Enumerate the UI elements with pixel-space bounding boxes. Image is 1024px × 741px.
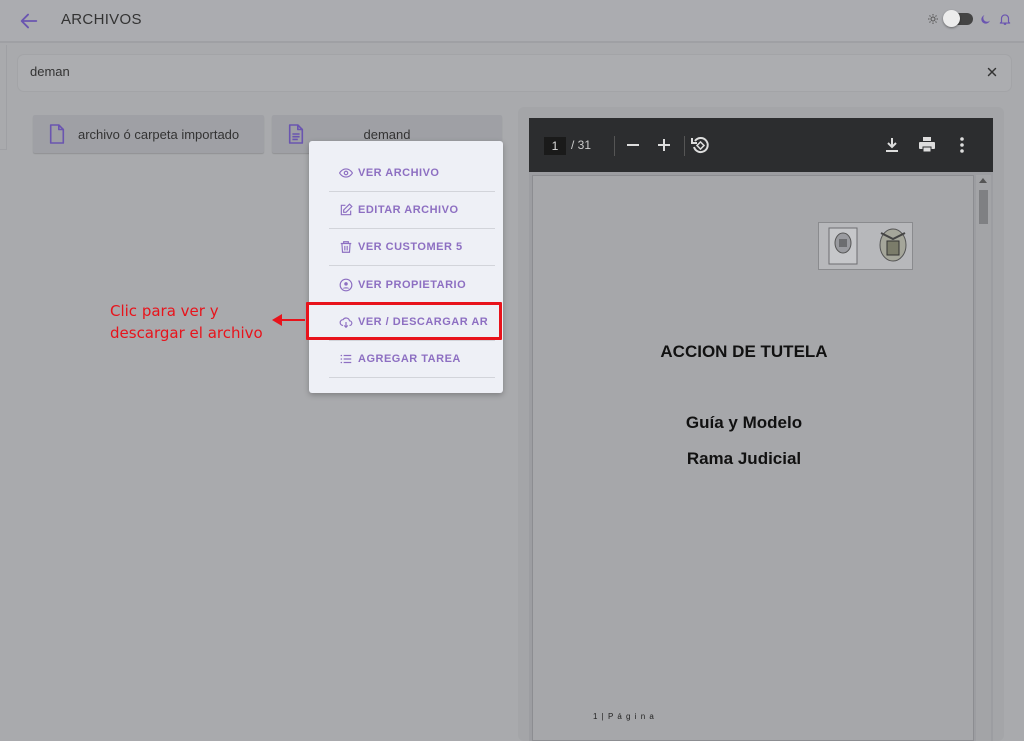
menu-item-label: VER PROPIETARIO	[358, 279, 467, 291]
menu-item-view-file[interactable]: VER ARCHIVO	[329, 155, 495, 192]
menu-item-label: VER ARCHIVO	[358, 167, 440, 179]
scroll-thumb[interactable]	[979, 190, 988, 224]
pdf-toolbar: 1 / 31	[529, 118, 993, 172]
list-icon	[340, 354, 352, 364]
menu-item-label: EDITAR ARCHIVO	[358, 204, 459, 216]
menu-item-label: VER CUSTOMER 5	[358, 241, 463, 253]
menu-item-label: AGREGAR TAREA	[358, 353, 461, 365]
print-icon[interactable]	[917, 135, 937, 155]
menu-item-customer[interactable]: VER CUSTOMER 5	[329, 229, 495, 266]
sun-icon[interactable]	[927, 13, 939, 25]
annotation-arrow-icon	[272, 314, 305, 326]
bell-icon[interactable]	[998, 12, 1012, 26]
page-title: ARCHIVOS	[61, 11, 142, 28]
moon-icon[interactable]	[979, 13, 992, 26]
page-number-input[interactable]: 1	[544, 137, 566, 155]
search-input[interactable]	[30, 64, 930, 79]
search-box[interactable]	[18, 55, 1011, 91]
annotation-text: Clic para ver y descargar el archivo	[110, 300, 263, 344]
document-subtitle: Guía y Modelo	[685, 413, 803, 432]
pdf-scrollbar[interactable]	[976, 175, 991, 741]
toolbar-divider	[614, 136, 615, 156]
annotation-line: descargar el archivo	[110, 324, 263, 342]
edit-icon	[340, 203, 353, 216]
highlight-box	[306, 302, 502, 340]
zoom-in-icon[interactable]	[654, 135, 674, 155]
document-title: ACCION DE TUTELA	[660, 342, 828, 361]
document-logo	[818, 222, 913, 270]
user-circle-icon	[339, 278, 353, 292]
header-icons	[927, 10, 1012, 27]
toolbar-divider	[684, 136, 685, 156]
toggle-knob	[943, 10, 960, 27]
menu-item-owner[interactable]: VER PROPIETARIO	[329, 267, 495, 304]
file-icon	[49, 124, 65, 144]
rotate-icon[interactable]	[690, 135, 710, 155]
annotation-line: Clic para ver y	[110, 302, 219, 320]
menu-item-add-task[interactable]: AGREGAR TAREA	[329, 341, 495, 378]
back-arrow-icon[interactable]	[18, 10, 40, 32]
app-header: ARCHIVOS	[0, 0, 1024, 43]
page-total: / 31	[571, 138, 592, 152]
close-icon[interactable]	[985, 65, 999, 79]
scroll-up-arrow[interactable]	[979, 178, 987, 183]
download-icon[interactable]	[882, 135, 902, 155]
zoom-out-icon[interactable]	[623, 135, 643, 155]
eye-icon	[339, 168, 353, 178]
file-card-imported[interactable]: archivo ó carpeta importado	[33, 115, 264, 153]
file-label: archivo ó carpeta importado	[78, 126, 240, 142]
file-label: demand	[363, 126, 411, 142]
left-frame	[0, 45, 7, 150]
theme-toggle[interactable]	[943, 10, 973, 27]
trash-icon	[340, 241, 352, 253]
menu-item-edit-file[interactable]: EDITAR ARCHIVO	[329, 192, 495, 229]
context-menu: VER ARCHIVO EDITAR ARCHIVO VER CUSTOMER …	[309, 141, 503, 393]
document-subtitle: Rama Judicial	[686, 449, 802, 468]
more-options-icon[interactable]	[952, 135, 972, 155]
document-footer: 1 | P á g i n a	[593, 712, 655, 721]
